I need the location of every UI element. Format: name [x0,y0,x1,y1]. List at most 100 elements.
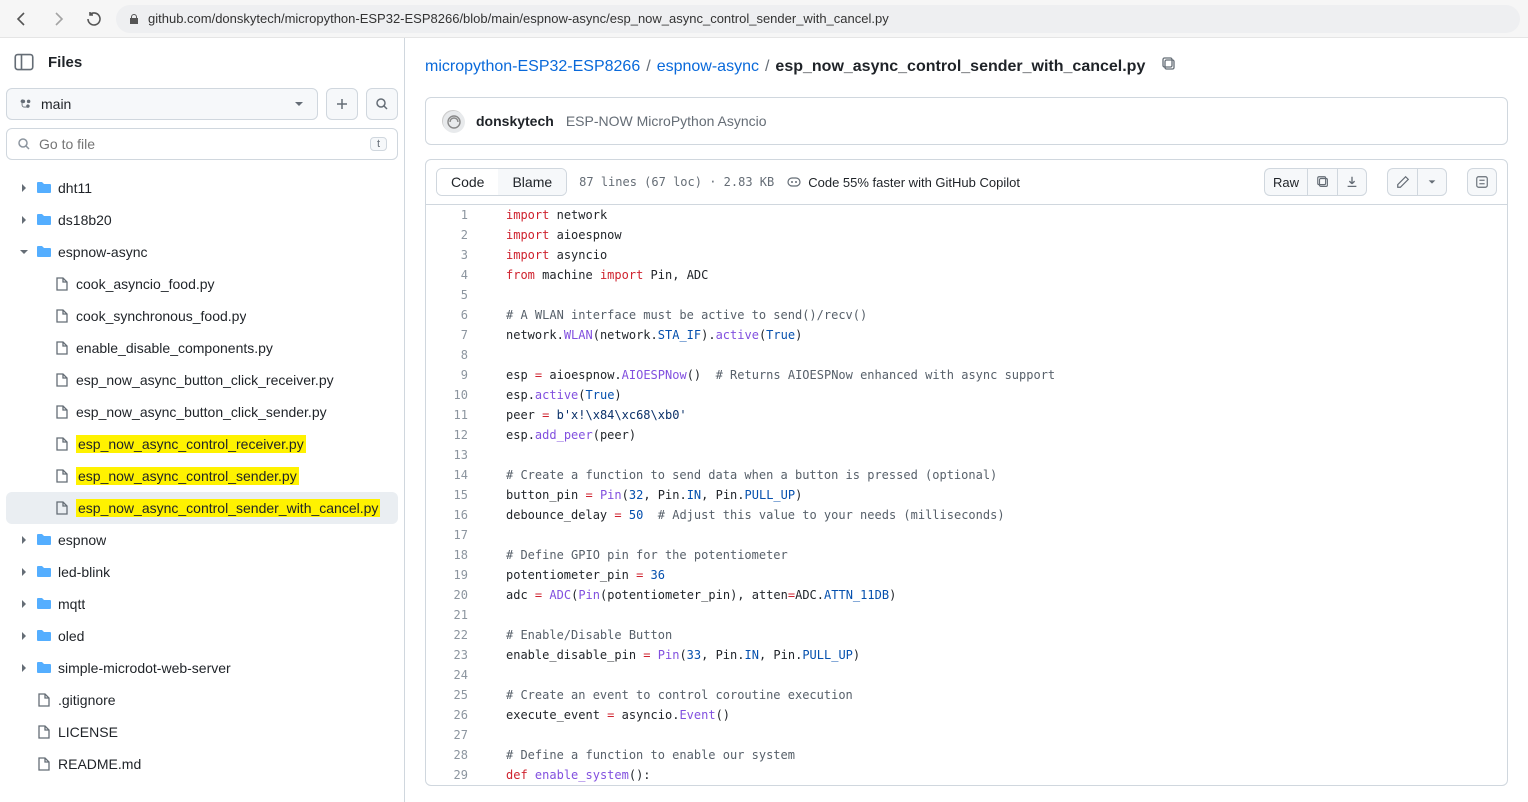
folder-row[interactable]: espnow [6,524,398,556]
line-number[interactable]: 6 [426,305,486,325]
source-line[interactable]: import aioespnow [486,225,622,245]
folder-row[interactable]: espnow-async [6,236,398,268]
latest-commit[interactable]: donskytech ESP-NOW MicroPython Asyncio [425,97,1508,145]
line-number[interactable]: 23 [426,645,486,665]
line-number[interactable]: 2 [426,225,486,245]
source-line[interactable]: esp.active(True) [486,385,622,405]
file-row[interactable]: esp_now_async_button_click_receiver.py [6,364,398,396]
source-line[interactable]: execute_event = asyncio.Event() [486,705,730,725]
file-row[interactable]: enable_disable_components.py [6,332,398,364]
source-line[interactable] [486,665,506,685]
line-number[interactable]: 25 [426,685,486,705]
add-file-button[interactable] [326,88,358,120]
copy-raw-button[interactable] [1307,168,1337,196]
file-row[interactable]: esp_now_async_control_receiver.py [6,428,398,460]
line-number[interactable]: 14 [426,465,486,485]
reload-button[interactable] [80,5,108,33]
source-line[interactable] [486,525,506,545]
branch-select[interactable]: main [6,88,318,120]
download-button[interactable] [1337,168,1367,196]
file-row[interactable]: .gitignore [6,684,398,716]
line-number[interactable]: 18 [426,545,486,565]
source-line[interactable]: # Create an event to control coroutine e… [486,685,853,705]
folder-row[interactable]: mqtt [6,588,398,620]
folder-row[interactable]: oled [6,620,398,652]
forward-button[interactable] [44,5,72,33]
file-row[interactable]: README.md [6,748,398,780]
source-line[interactable]: potentiometer_pin = 36 [486,565,665,585]
tab-code[interactable]: Code [437,169,498,195]
search-files-button[interactable] [366,88,398,120]
line-number[interactable]: 20 [426,585,486,605]
source-line[interactable]: # Define GPIO pin for the potentiometer [486,545,788,565]
source-line[interactable]: # Create a function to send data when a … [486,465,997,485]
folder-row[interactable]: ds18b20 [6,204,398,236]
tab-blame[interactable]: Blame [498,169,566,195]
copilot-hint[interactable]: Code 55% faster with GitHub Copilot [786,174,1020,190]
file-row[interactable]: esp_now_async_control_sender.py [6,460,398,492]
file-row[interactable]: LICENSE [6,716,398,748]
source-line[interactable] [486,345,506,365]
line-number[interactable]: 28 [426,745,486,765]
line-number[interactable]: 10 [426,385,486,405]
line-number[interactable]: 13 [426,445,486,465]
folder-row[interactable]: led-blink [6,556,398,588]
line-number[interactable]: 1 [426,205,486,225]
source-line[interactable]: button_pin = Pin(32, Pin.IN, Pin.PULL_UP… [486,485,802,505]
file-row[interactable]: esp_now_async_control_sender_with_cancel… [6,492,398,524]
edit-button[interactable] [1387,168,1417,196]
file-search[interactable]: t [6,128,398,160]
edit-menu-button[interactable] [1417,168,1447,196]
crumb-folder[interactable]: espnow-async [657,58,759,76]
source-line[interactable]: # Define a function to enable our system [486,745,795,765]
line-number[interactable]: 3 [426,245,486,265]
source-line[interactable]: adc = ADC(Pin(potentiometer_pin), atten=… [486,585,896,605]
line-number[interactable]: 7 [426,325,486,345]
commit-message[interactable]: ESP-NOW MicroPython Asyncio [566,113,767,129]
source-line[interactable]: import network [486,205,607,225]
source-line[interactable]: esp = aioespnow.AIOESPNow() # Returns AI… [486,365,1055,385]
source-line[interactable]: from machine import Pin, ADC [486,265,708,285]
author-name[interactable]: donskytech [476,113,554,129]
back-button[interactable] [8,5,36,33]
file-search-input[interactable] [39,136,362,152]
copy-path-button[interactable] [1161,56,1177,77]
source-line[interactable] [486,445,506,465]
line-number[interactable]: 8 [426,345,486,365]
source-line[interactable]: esp.add_peer(peer) [486,425,636,445]
line-number[interactable]: 22 [426,625,486,645]
line-number[interactable]: 16 [426,505,486,525]
code-body[interactable]: 1import network2import aioespnow3import … [426,205,1507,785]
url-bar[interactable]: github.com/donskytech/micropython-ESP32-… [116,5,1520,33]
source-line[interactable] [486,725,506,745]
panel-icon[interactable] [14,52,34,72]
line-number[interactable]: 24 [426,665,486,685]
line-number[interactable]: 17 [426,525,486,545]
file-row[interactable]: cook_asyncio_food.py [6,268,398,300]
folder-row[interactable]: dht11 [6,172,398,204]
source-line[interactable]: peer = b'x!\x84\xc68\xb0' [486,405,687,425]
line-number[interactable]: 29 [426,765,486,785]
crumb-repo[interactable]: micropython-ESP32-ESP8266 [425,58,640,76]
source-line[interactable]: enable_disable_pin = Pin(33, Pin.IN, Pin… [486,645,860,665]
line-number[interactable]: 5 [426,285,486,305]
source-line[interactable]: import asyncio [486,245,607,265]
source-line[interactable]: def enable_system(): [486,765,651,785]
line-number[interactable]: 21 [426,605,486,625]
line-number[interactable]: 26 [426,705,486,725]
line-number[interactable]: 15 [426,485,486,505]
line-number[interactable]: 9 [426,365,486,385]
source-line[interactable]: network.WLAN(network.STA_IF).active(True… [486,325,802,345]
line-number[interactable]: 19 [426,565,486,585]
file-row[interactable]: cook_synchronous_food.py [6,300,398,332]
source-line[interactable]: debounce_delay = 50 # Adjust this value … [486,505,1005,525]
source-line[interactable] [486,285,506,305]
symbols-button[interactable] [1467,168,1497,196]
line-number[interactable]: 4 [426,265,486,285]
line-number[interactable]: 12 [426,425,486,445]
file-row[interactable]: esp_now_async_button_click_sender.py [6,396,398,428]
source-line[interactable]: # A WLAN interface must be active to sen… [486,305,867,325]
folder-row[interactable]: simple-microdot-web-server [6,652,398,684]
source-line[interactable]: # Enable/Disable Button [486,625,672,645]
line-number[interactable]: 27 [426,725,486,745]
